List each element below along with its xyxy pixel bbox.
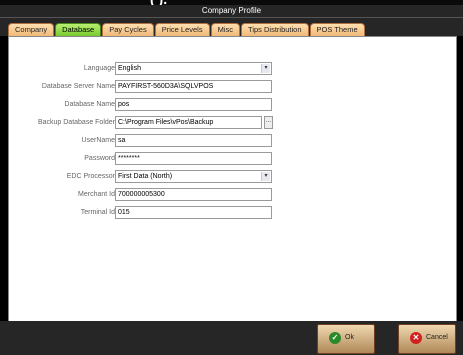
dbname-label: Database Name bbox=[64, 101, 115, 108]
terminal-input[interactable]: 015 bbox=[115, 206, 272, 219]
language-row: Language English ▾ bbox=[9, 62, 456, 75]
ok-label: Ok bbox=[345, 334, 354, 341]
server-row: Database Server Name PAYFIRST-560D3A\SQL… bbox=[9, 80, 456, 93]
terminal-row: Terminal Id 015 bbox=[9, 206, 456, 219]
password-row: Password ******** bbox=[9, 152, 456, 165]
backup-row: Backup Database Folder C:\Program Files\… bbox=[9, 116, 456, 129]
browse-button[interactable]: ... bbox=[264, 116, 273, 129]
merchant-row: Merchant Id 700000005300 bbox=[9, 188, 456, 201]
server-input[interactable]: PAYFIRST-560D3A\SQLVPOS bbox=[115, 80, 272, 93]
terminal-label: Terminal Id bbox=[80, 209, 115, 216]
merchant-input[interactable]: 700000005300 bbox=[115, 188, 272, 201]
tab-list: Company Database Pay Cycles Price Levels… bbox=[8, 23, 366, 36]
tab-database[interactable]: Database bbox=[55, 23, 102, 36]
cancel-label: Cancel bbox=[426, 334, 448, 341]
backup-label: Backup Database Folder bbox=[37, 119, 115, 126]
edc-label: EDC Processor bbox=[66, 173, 115, 180]
server-label: Database Server Name bbox=[41, 83, 115, 90]
tab-company[interactable]: Company bbox=[8, 23, 55, 36]
tab-tips-distribution[interactable]: Tips Distribution bbox=[241, 23, 309, 36]
cancel-button[interactable]: ✕ Cancel bbox=[398, 324, 456, 354]
username-input[interactable]: sa bbox=[115, 134, 272, 147]
bottom-bar: ✓ Ok ✕ Cancel bbox=[0, 321, 463, 355]
x-icon: ✕ bbox=[410, 332, 422, 344]
username-label: UserName bbox=[81, 137, 115, 144]
backup-input[interactable]: C:\Program Files\vPos\Backup bbox=[115, 116, 262, 129]
tab-pay-cycles[interactable]: Pay Cycles bbox=[102, 23, 154, 36]
dbname-row: Database Name pos bbox=[9, 98, 456, 111]
dbname-input[interactable]: pos bbox=[115, 98, 272, 111]
password-label: Password bbox=[84, 155, 115, 162]
tab-misc[interactable]: Misc bbox=[210, 23, 241, 36]
username-row: UserName sa bbox=[9, 134, 456, 147]
chevron-down-icon[interactable]: ▾ bbox=[261, 64, 270, 73]
window-title: Company Profile bbox=[0, 5, 463, 18]
language-select[interactable]: English ▾ bbox=[115, 62, 272, 75]
tab-price-levels[interactable]: Price Levels bbox=[154, 23, 210, 36]
password-input[interactable]: ******** bbox=[115, 152, 272, 165]
edc-select[interactable]: First Data (North) ▾ bbox=[115, 170, 272, 183]
tab-bar: Company Database Pay Cycles Price Levels… bbox=[0, 18, 463, 36]
check-icon: ✓ bbox=[329, 332, 341, 344]
ok-button[interactable]: ✓ Ok bbox=[317, 324, 375, 354]
chevron-down-icon[interactable]: ▾ bbox=[261, 172, 270, 181]
merchant-label: Merchant Id bbox=[78, 191, 115, 198]
edc-value: First Data (North) bbox=[118, 173, 173, 180]
edc-row: EDC Processor First Data (North) ▾ bbox=[9, 170, 456, 183]
language-label: Language bbox=[83, 65, 115, 72]
language-value: English bbox=[118, 65, 141, 72]
database-panel: Language English ▾ Database Server Name … bbox=[8, 36, 457, 323]
tab-pos-theme[interactable]: POS Theme bbox=[309, 23, 365, 36]
